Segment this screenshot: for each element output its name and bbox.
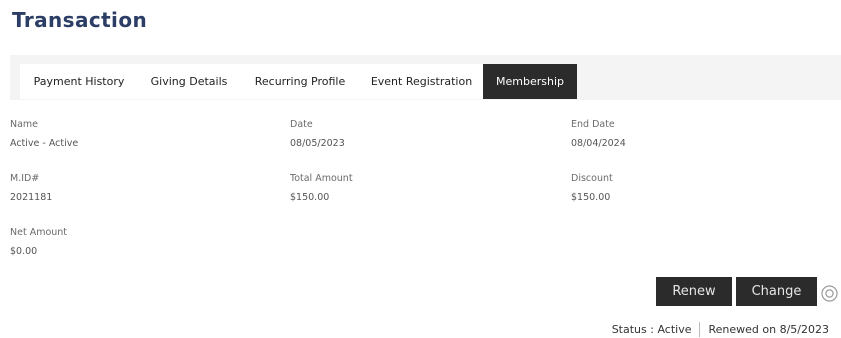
- renewed-text: Renewed on 8/5/2023: [708, 323, 829, 336]
- field-value: 08/05/2023: [290, 138, 345, 149]
- field-name: Name Active - Active: [10, 119, 78, 150]
- tab-recurring-profile[interactable]: Recurring Profile: [240, 64, 360, 99]
- circle-info-icon[interactable]: [821, 285, 838, 302]
- tab-event-registration[interactable]: Event Registration: [360, 64, 483, 99]
- field-label: M.ID#: [10, 173, 40, 184]
- field-discount: Discount $150.00: [571, 173, 613, 204]
- tab-payment-history[interactable]: Payment History: [20, 64, 138, 99]
- renew-button[interactable]: Renew: [656, 277, 732, 306]
- status-divider: [699, 322, 701, 337]
- field-label: Name: [10, 119, 39, 130]
- field-value: $0.00: [10, 246, 38, 257]
- field-date: Date 08/05/2023: [290, 119, 345, 150]
- status-text: Status : Active: [611, 323, 692, 336]
- tab-giving-details[interactable]: Giving Details: [138, 64, 240, 99]
- field-label: Total Amount: [290, 173, 353, 184]
- field-label: Date: [290, 119, 313, 130]
- field-end-date: End Date 08/04/2024: [571, 119, 626, 150]
- field-label: End Date: [571, 119, 615, 130]
- field-total-amount: Total Amount $150.00: [290, 173, 353, 204]
- field-value: $150.00: [290, 192, 330, 203]
- field-mid: M.ID# 2021181: [10, 173, 52, 204]
- page-title: Transaction: [12, 8, 148, 32]
- change-button[interactable]: Change: [736, 277, 817, 306]
- field-label: Discount: [571, 173, 613, 184]
- field-value: 2021181: [10, 192, 53, 203]
- field-value: $150.00: [571, 192, 611, 203]
- field-net-amount: Net Amount $0.00: [10, 227, 67, 258]
- field-value: 08/04/2024: [571, 138, 626, 149]
- tab-membership[interactable]: Membership: [483, 64, 577, 99]
- status-bar: Status : Active Renewed on 8/5/2023: [612, 322, 829, 337]
- field-label: Net Amount: [10, 227, 68, 238]
- tab-bar: Payment History Giving Details Recurring…: [20, 64, 577, 99]
- field-value: Active - Active: [10, 138, 79, 149]
